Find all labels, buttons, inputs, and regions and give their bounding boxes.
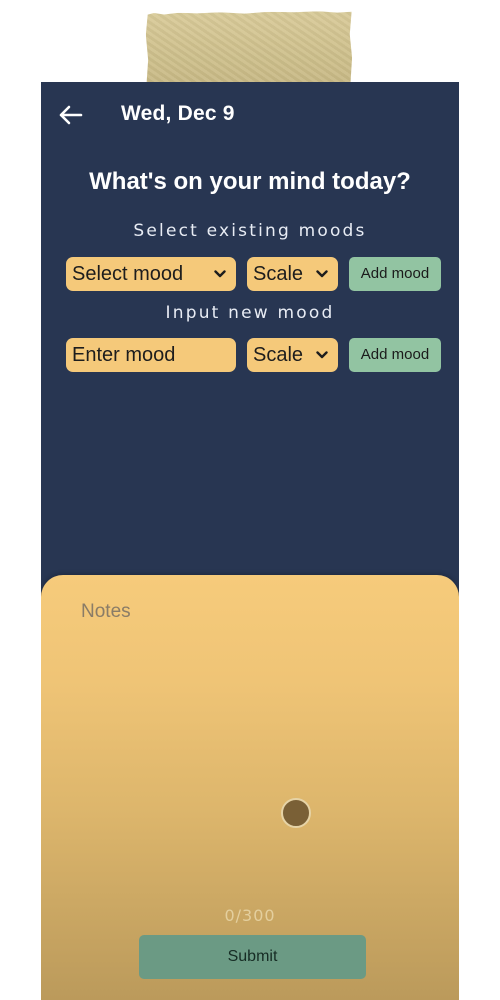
mood-select-value: Select mood <box>72 263 184 285</box>
new-mood-row: Enter mood Scale Add mood <box>66 338 441 372</box>
mood-select[interactable]: Select mood <box>66 257 236 291</box>
scale-select-value: Scale <box>253 263 304 285</box>
scale-select[interactable]: Scale <box>247 338 338 372</box>
chevron-down-icon <box>214 257 226 291</box>
notes-placeholder: Notes <box>81 601 131 622</box>
page-headline: What's on your mind today? <box>89 168 411 195</box>
touch-indicator <box>281 798 311 828</box>
app-screen: Wed, Dec 9 What's on your mind today? Se… <box>41 82 459 1000</box>
add-existing-mood-button[interactable]: Add mood <box>349 257 441 291</box>
chevron-down-icon <box>316 338 328 372</box>
scale-select[interactable]: Scale <box>247 257 338 291</box>
mood-input[interactable]: Enter mood <box>66 338 236 372</box>
existing-moods-label: Select existing moods <box>133 221 367 241</box>
washi-tape <box>146 11 353 91</box>
back-button[interactable] <box>57 104 83 126</box>
notes-textarea[interactable] <box>71 591 429 901</box>
existing-mood-row: Select mood Scale Add mood <box>66 257 441 291</box>
chevron-down-icon <box>316 257 328 291</box>
scale-select-value: Scale <box>253 344 304 366</box>
top-bar: Wed, Dec 9 <box>41 82 459 148</box>
new-mood-label: Input new mood <box>165 303 335 323</box>
date-title: Wed, Dec 9 <box>121 102 235 125</box>
mood-input-placeholder: Enter mood <box>72 344 176 366</box>
photo-frame: Wed, Dec 9 What's on your mind today? Se… <box>0 0 500 1000</box>
character-counter: 0/300 <box>224 906 276 925</box>
notes-sheet: Notes 0/300 Submit <box>41 575 459 1000</box>
add-new-mood-button[interactable]: Add mood <box>349 338 441 372</box>
arrow-left-icon <box>59 105 83 125</box>
submit-button[interactable]: Submit <box>139 935 366 979</box>
